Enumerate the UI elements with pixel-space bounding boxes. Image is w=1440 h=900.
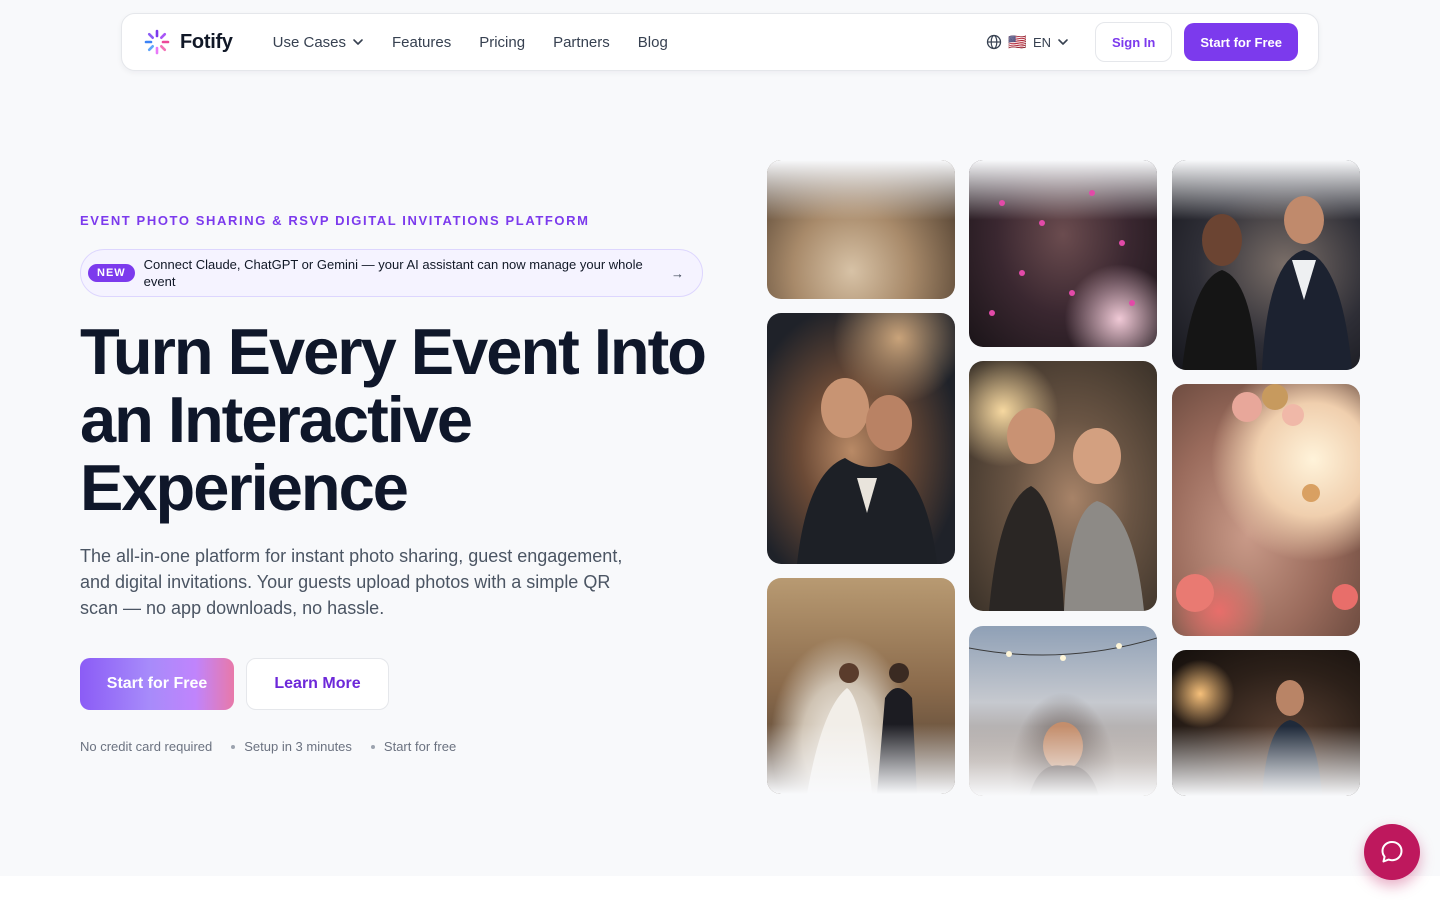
balloon-room-photo [1172,384,1360,636]
hero-eyebrow: EVENT PHOTO SHARING & RSVP DIGITAL INVIT… [80,213,590,228]
brand-name: Fotify [180,30,233,53]
first-dance-photo [767,578,955,794]
friends-wine-photo [969,361,1157,611]
groom-hug-photo [767,313,955,564]
globe-icon [987,34,1002,50]
chat-bubble-icon [1381,841,1403,863]
party-confetti-photo [969,160,1157,347]
language-selector[interactable]: 🇺🇸 EN [986,33,1069,51]
perk-no-credit-card: No credit card required [80,739,213,754]
chevron-down-icon [1058,39,1068,45]
perk-start-free: Start for free [383,739,457,754]
sign-in-button[interactable]: Sign In [1095,22,1173,62]
nav-use-cases-label: Use Cases [272,33,346,51]
arrow-right-icon: → [671,265,684,281]
nav-partners[interactable]: Partners [553,34,610,51]
nav-start-free-button[interactable]: Start for Free [1184,23,1298,61]
nav-blog[interactable]: Blog [638,34,668,51]
nav-features[interactable]: Features [392,34,451,51]
rooftop-dance-photo [969,626,1157,796]
nav-pricing[interactable]: Pricing [479,34,525,51]
hero-perks: No credit card required Setup in 3 minut… [80,739,456,754]
announcement-banner[interactable]: NEW Connect Claude, ChatGPT or Gemini — … [80,249,703,297]
us-flag-icon: 🇺🇸 [1008,34,1027,51]
speaker-mic-photo [1172,650,1360,796]
learn-more-button[interactable]: Learn More [246,658,389,710]
bullet-dot [370,744,375,749]
top-navbar: Fotify Use Cases Features Pricing Partne… [121,13,1319,71]
language-code: EN [1032,34,1052,50]
cocktail-guests-photo [1172,160,1360,370]
announcement-text: Connect Claude, ChatGPT or Gemini — your… [143,257,643,289]
nav-links: Use Cases Features Pricing Partners Blog [273,34,668,51]
hero-subtext: The all-in-one platform for instant phot… [80,546,623,618]
logo-sparkle-icon [144,29,170,55]
nav-use-cases[interactable]: Use Cases [273,34,364,51]
perk-setup-time: Setup in 3 minutes [244,739,352,754]
chevron-down-icon [353,39,363,45]
nav-actions: 🇺🇸 EN Sign In Start for Free [986,22,1298,62]
next-section-edge [0,876,1440,900]
hero-headline: Turn Every Event Into an Interactive Exp… [80,315,707,524]
chat-widget-button[interactable] [1364,824,1420,880]
start-free-button[interactable]: Start for Free [80,658,234,710]
brand-logo[interactable]: Fotify [144,29,233,55]
bullet-dot [231,744,236,749]
wedding-dress-photo [767,160,955,299]
new-badge: NEW [88,264,135,282]
